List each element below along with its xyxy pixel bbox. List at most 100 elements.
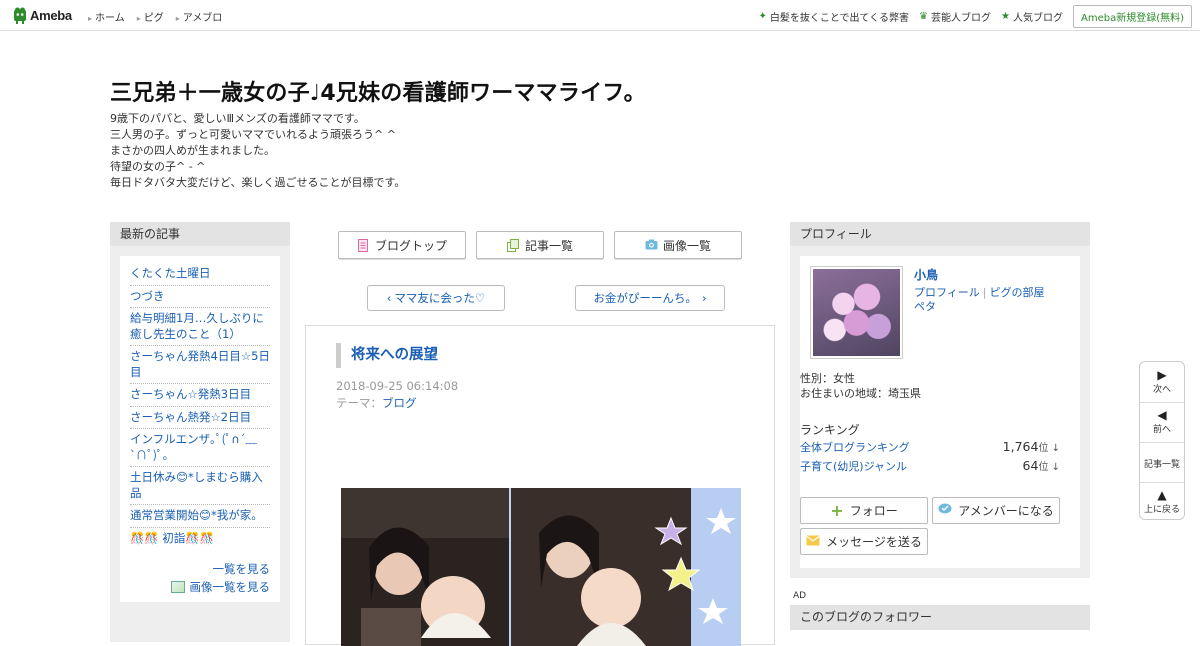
entry-title[interactable]: 将来への展望 [336,343,438,368]
ranking-genre-link[interactable]: 子育て(幼児)ジャンル [800,458,907,474]
ranking-genre-value: 64位 ↓ [1023,458,1060,474]
divider [1140,482,1184,483]
profile-link[interactable]: プロフィール [914,286,980,299]
ranking-overall-link[interactable]: 全体ブログランキング [800,439,910,455]
profile-name[interactable]: 小鳥 [914,266,938,283]
see-image-list-label: 画像一覧を見る [189,580,271,594]
peta-link[interactable]: ペタ [914,300,936,313]
envelope-icon [806,535,820,549]
chevron-right-icon: › [701,291,707,305]
entry-photo[interactable] [341,488,741,646]
celebrity-blog-label: 芸能人ブログ [931,13,992,24]
star-icon: ★ [1001,11,1010,22]
pages-icon [506,238,519,252]
recent-entry-link[interactable]: さーちゃん熱発☆2日目 [130,407,270,429]
nav-home-link[interactable]: ホーム [88,9,125,24]
logo-text: Ameba [30,8,72,23]
profile-heading: プロフィール [790,222,1090,246]
blog-top-button[interactable]: ブログトップ [338,231,466,259]
blog-description-line: 三人男の子。ずっと可愛いママでいれるよう頑張ろう^ ^ [110,128,396,141]
play-left-icon: ◀ [1157,408,1167,422]
entry-list-button[interactable]: 記事一覧 [476,231,604,259]
ad-label: AD [793,591,807,601]
play-right-icon: ▶ [1157,368,1167,382]
entry-date: 2018-09-25 06:14:08 [336,379,459,393]
blog-description-line: 9歳下のパパと、愛しいⅢメンズの看護師ママです。 [110,112,365,125]
float-top-button[interactable]: ▲ 上に戻る [1140,488,1184,515]
float-list-button[interactable]: 記事一覧 [1140,457,1184,470]
recent-entry-link[interactable]: さーちゃん発熱4日目☆5日目 [130,346,270,384]
register-button[interactable]: Ameba新規登録(無料) [1072,5,1192,28]
camera-icon [645,239,658,252]
send-message-button[interactable]: メッセージを送る [800,528,928,555]
amember-icon [938,503,952,518]
popular-blog-label: 人気ブログ [1012,13,1063,24]
profile-box: 小鳥 プロフィール | ピグの部屋 ペタ 性別：女性 お住まいの地域：埼玉県 ランキ… [800,256,1080,568]
recent-entry-link[interactable]: インフルエンザ｡ﾟ(ﾟ∩´﹏`∩ﾟ)ﾟ｡ [130,429,270,467]
entry-theme-link[interactable]: ブログ [382,396,417,410]
blog-description-line: 毎日ドタバタ大変だけど、楽しく過ごせることが目標です。 [110,176,406,189]
nav-ameblo-link[interactable]: アメブロ [176,9,223,24]
recent-entries-heading: 最新の記事 [110,222,290,246]
recent-entry-link[interactable]: つづき [130,286,270,308]
profile-region: お住まいの地域：埼玉県 [800,387,921,400]
recent-entries-list: くたくた土曜日 つづき 給与明細1月…久しぶりに癒し先生のこと（1） さーちゃん… [130,263,270,549]
recent-entry-link[interactable]: さーちゃん☆発熱3日目 [130,384,270,407]
pigg-room-link[interactable]: ピグの部屋 [990,286,1045,299]
play-up-icon: ▲ [1157,488,1167,502]
chevron-left-icon: ‹ [386,291,392,305]
nav-pigg-link[interactable]: ピグ [137,9,164,24]
crown-icon: ♛ [919,11,929,22]
next-entry-link[interactable]: お金がぴーーんち。 › [575,285,725,311]
float-prev-button[interactable]: ◀ 前へ [1140,408,1184,435]
profile-info: 性別：女性 お住まいの地域：埼玉県 [800,371,921,401]
entry-theme: テーマ：ブログ [336,395,417,411]
recent-entry-link[interactable]: 給与明細1月…久しぶりに癒し先生のこと（1） [130,308,270,346]
document-icon [357,238,369,252]
sparkle-icon: ✦ [758,11,767,22]
ameba-logo-icon [13,7,27,24]
recent-entry-link[interactable]: 🎊🎊 初詣🎊🎊 [130,528,270,550]
recent-entry-link[interactable]: くたくた土曜日 [130,263,270,286]
send-message-label: メッセージを送る [826,535,922,549]
recent-entries-panel: 最新の記事 くたくた土曜日 つづき 給与明細1月…久しぶりに癒し先生のこと（1）… [110,222,290,642]
follow-label: フォロー [849,504,898,518]
ameba-logo[interactable]: Ameba [13,7,72,24]
ranking-overall-value: 1,764位 ↓ [1003,439,1060,455]
image-list-button[interactable]: 画像一覧 [614,231,742,259]
ranking-unit: 位 ↓ [1038,462,1060,473]
popular-blog-link[interactable]: ★ 人気ブログ [1001,9,1063,24]
blog-top-label: ブログトップ [374,238,447,253]
ranking-row: 子育て(幼児)ジャンル 64位 ↓ [800,458,1060,474]
float-prev-label: 前へ [1152,425,1171,435]
entry-list-label: 記事一覧 [524,238,573,253]
recent-entries-box: くたくた土曜日 つづき 給与明細1月…久しぶりに癒し先生のこと（1） さーちゃん… [120,256,280,602]
avatar-image [813,269,900,356]
recent-entry-link[interactable]: 通常営業開始😊*我が家。 [130,505,270,528]
prev-entry-link[interactable]: ‹ ママ友に会った♡ [367,285,505,311]
floating-nav: ▶ 次へ ◀ 前へ 記事一覧 ▲ 上に戻る [1139,361,1185,520]
blog-description-line: まさかの四人めが生まれました。 [110,144,275,157]
float-list-label: 記事一覧 [1143,460,1180,470]
see-image-list-link[interactable]: 画像一覧を見る [130,579,270,595]
avatar[interactable] [810,266,903,359]
blog-title[interactable]: 三兄弟＋一歳女の子♩4兄妹の看護師ワーママライフ。 [110,75,646,107]
image-list-icon [170,581,185,593]
amember-button[interactable]: アメンバーになる [932,497,1060,524]
trend-link[interactable]: ✦ 白髪を抜くことで出てくる弊害 [758,9,909,24]
image-list-label: 画像一覧 [662,238,711,253]
ranking-row: 全体ブログランキング 1,764位 ↓ [800,439,1060,455]
global-nav: ホーム ピグ アメブロ [88,9,222,24]
follow-button[interactable]: + フォロー [800,497,928,524]
trend-link-label: 白髪を抜くことで出てくる弊害 [769,13,910,24]
recent-entry-link[interactable]: 土日休み😊*しまむら購入品 [130,467,270,505]
celebrity-blog-link[interactable]: ♛ 芸能人ブログ [919,9,991,24]
profile-links: プロフィール | ピグの部屋 ペタ [914,286,1074,314]
prev-entry-label: ママ友に会った♡ [394,291,486,305]
see-all-entries-link[interactable]: 一覧を見る [130,561,271,577]
ranking-unit: 位 ↓ [1038,443,1060,454]
amember-label: アメンバーになる [958,504,1054,518]
float-next-label: 次へ [1152,385,1171,395]
ranking-value-number: 64 [1022,458,1039,473]
float-next-button[interactable]: ▶ 次へ [1140,368,1184,395]
